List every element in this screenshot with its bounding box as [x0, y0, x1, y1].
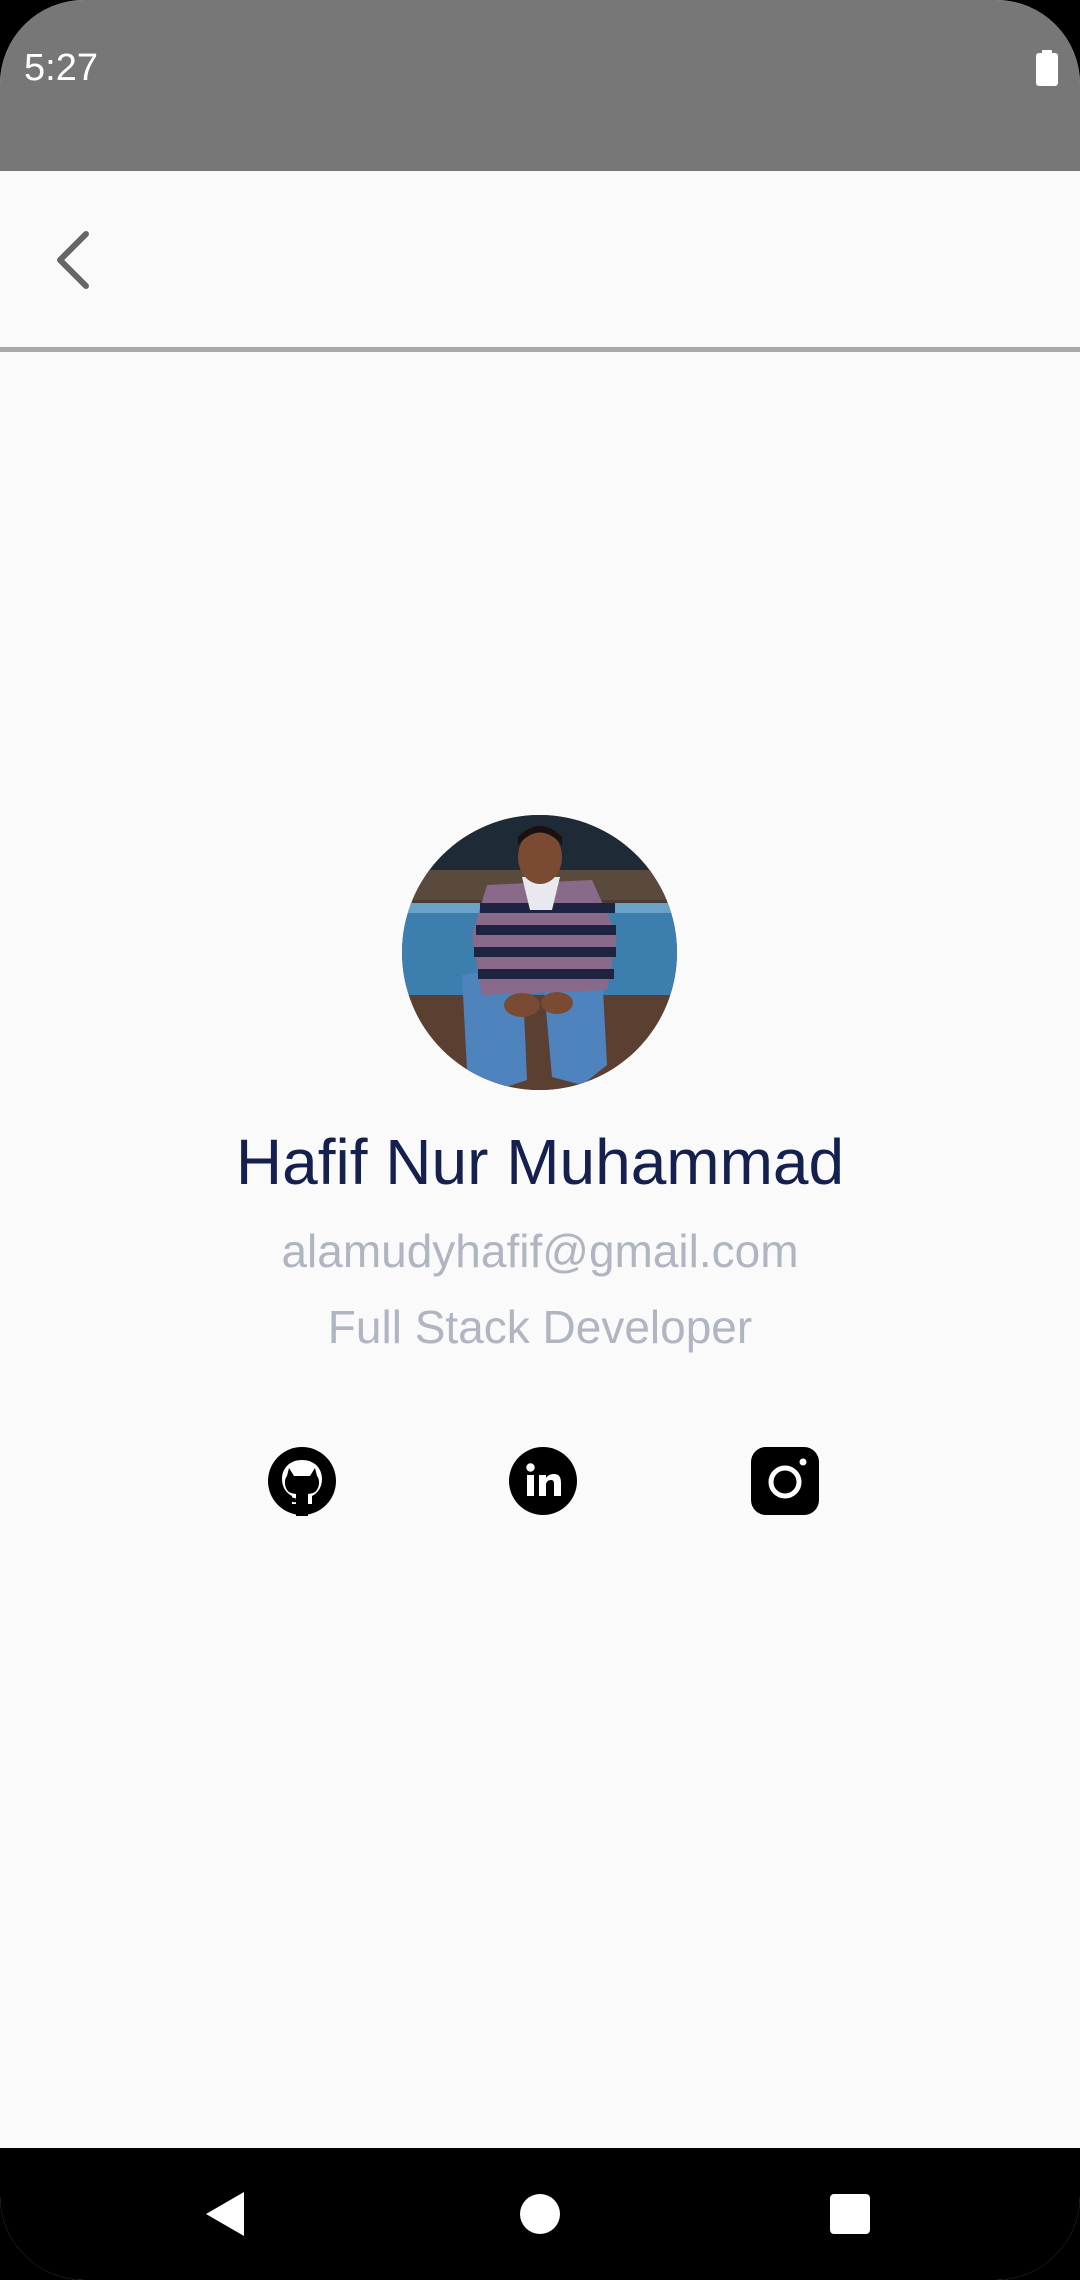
avatar — [402, 815, 677, 1090]
instagram-icon — [751, 1447, 819, 1515]
profile-email: alamudyhafif@gmail.com — [281, 1225, 799, 1277]
battery-icon — [1036, 50, 1058, 86]
profile-name: Hafif Nur Muhammad — [235, 1126, 845, 1198]
profile-screen: 5:27 Hafif Nur Muhammad alamudyhafif@gma… — [0, 0, 1080, 2280]
app-bar — [0, 171, 1080, 347]
nav-recents-button[interactable] — [812, 2176, 888, 2252]
linkedin-button[interactable] — [508, 1446, 578, 1516]
github-icon — [268, 1447, 336, 1516]
chevron-left-icon — [57, 231, 89, 289]
linkedin-icon — [509, 1447, 577, 1515]
github-button[interactable] — [267, 1446, 337, 1516]
home-circle-icon — [520, 2194, 560, 2234]
nav-back-button[interactable] — [188, 2176, 264, 2252]
profile-role: Full Stack Developer — [327, 1301, 753, 1353]
status-time: 5:27 — [24, 47, 98, 89]
app-bar-divider — [0, 347, 1080, 352]
back-button[interactable] — [30, 205, 114, 315]
status-bar: 5:27 — [0, 0, 1080, 171]
instagram-button[interactable] — [750, 1446, 820, 1516]
back-triangle-icon — [206, 2192, 244, 2236]
profile-photo — [402, 815, 677, 1090]
recents-square-icon — [830, 2194, 870, 2234]
nav-home-button[interactable] — [502, 2176, 578, 2252]
